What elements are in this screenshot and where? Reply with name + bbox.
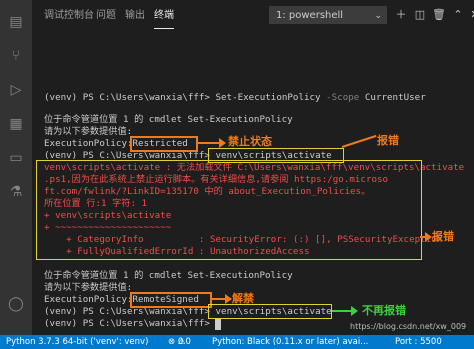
account-icon[interactable]: ◯ (8, 296, 24, 312)
annotation-no-error: 不再报错 (362, 304, 406, 317)
annotation-error: 报错 (432, 230, 454, 243)
activate-highlight-box-2 (208, 304, 332, 319)
arrow-icon (196, 138, 226, 148)
terminal-line: 请为以下参数提供值: (44, 126, 133, 137)
arrow-icon (210, 294, 232, 304)
terminal-cursor (215, 319, 221, 330)
tab-debug-console[interactable]: 调试控制台 (44, 8, 94, 28)
remotesigned-highlight-box (130, 292, 212, 308)
source-control-icon[interactable]: ⑂ (8, 48, 24, 64)
explorer-icon[interactable]: ▤ (8, 14, 24, 30)
split-terminal-icon[interactable]: ◫ (413, 8, 427, 22)
maximize-panel-icon[interactable]: ⌃ (451, 8, 465, 22)
remote-explorer-icon[interactable]: ▭ (8, 150, 24, 166)
terminal-line: 位于命令管道位置 1 的 cmdlet Set-ExecutionPolicy (44, 114, 293, 125)
new-terminal-icon[interactable]: ＋ (394, 8, 408, 22)
chevron-down-icon: ⌄ (374, 11, 382, 21)
python-interpreter-status[interactable]: Python 3.7.3 64-bit ('venv': venv) (6, 335, 148, 349)
terminal-select[interactable]: 1: powershell ⌄ (269, 6, 387, 24)
terminal-line: (venv) PS C:\Users\wanxia\fff> Set-Execu… (44, 92, 426, 103)
run-debug-icon[interactable]: ▷ (8, 82, 24, 98)
annotation-disabled: 禁止状态 (228, 135, 272, 148)
black-status[interactable]: Python: Black (0.11.x or later) avai... (212, 335, 368, 349)
port-status[interactable]: Port : 5500 (395, 335, 442, 349)
terminal-line: 请为以下参数提供值: (44, 282, 133, 293)
terminal-select-value: 1: powershell (276, 10, 344, 21)
restricted-highlight-box (130, 136, 198, 152)
activity-bar: ▤ ⑂ ▷ ▦ ▭ ⚗ ◯ (0, 0, 32, 335)
terminal-line: 位于命令管道位置 1 的 cmdlet Set-ExecutionPolicy (44, 270, 293, 281)
status-bar: Python 3.7.3 64-bit ('venv': venv) ⊗ 0 ⚠… (0, 335, 474, 349)
annotation-error: 报错 (377, 134, 399, 147)
kill-terminal-icon[interactable]: 🗑 (432, 8, 446, 22)
watermark: https://blog.csdn.net/xw_009 (350, 322, 467, 331)
tab-output[interactable]: 输出 (125, 8, 145, 28)
arrow-icon (341, 134, 377, 148)
problems-status[interactable]: ⊗ 0 ⚠ 0 (168, 335, 191, 349)
panel-header: 调试控制台 问题 输出 终端 1: powershell ⌄ ＋ ◫ 🗑 ⌃ ✕ (32, 0, 474, 32)
arrow-icon (420, 232, 432, 242)
arrow-icon (332, 306, 358, 316)
terminal-prompt: (venv) PS C:\Users\wanxia\fff> (44, 318, 210, 329)
extensions-icon[interactable]: ▦ (8, 116, 24, 132)
test-flask-icon[interactable]: ⚗ (8, 184, 24, 200)
tab-terminal[interactable]: 终端 (154, 8, 174, 29)
close-icon[interactable]: ✕ (468, 8, 474, 22)
tab-problems[interactable]: 问题 (96, 8, 116, 28)
terminal-output[interactable]: (venv) PS C:\Users\wanxia\fff> Set-Execu… (32, 40, 474, 335)
error-highlight-box (36, 160, 422, 260)
